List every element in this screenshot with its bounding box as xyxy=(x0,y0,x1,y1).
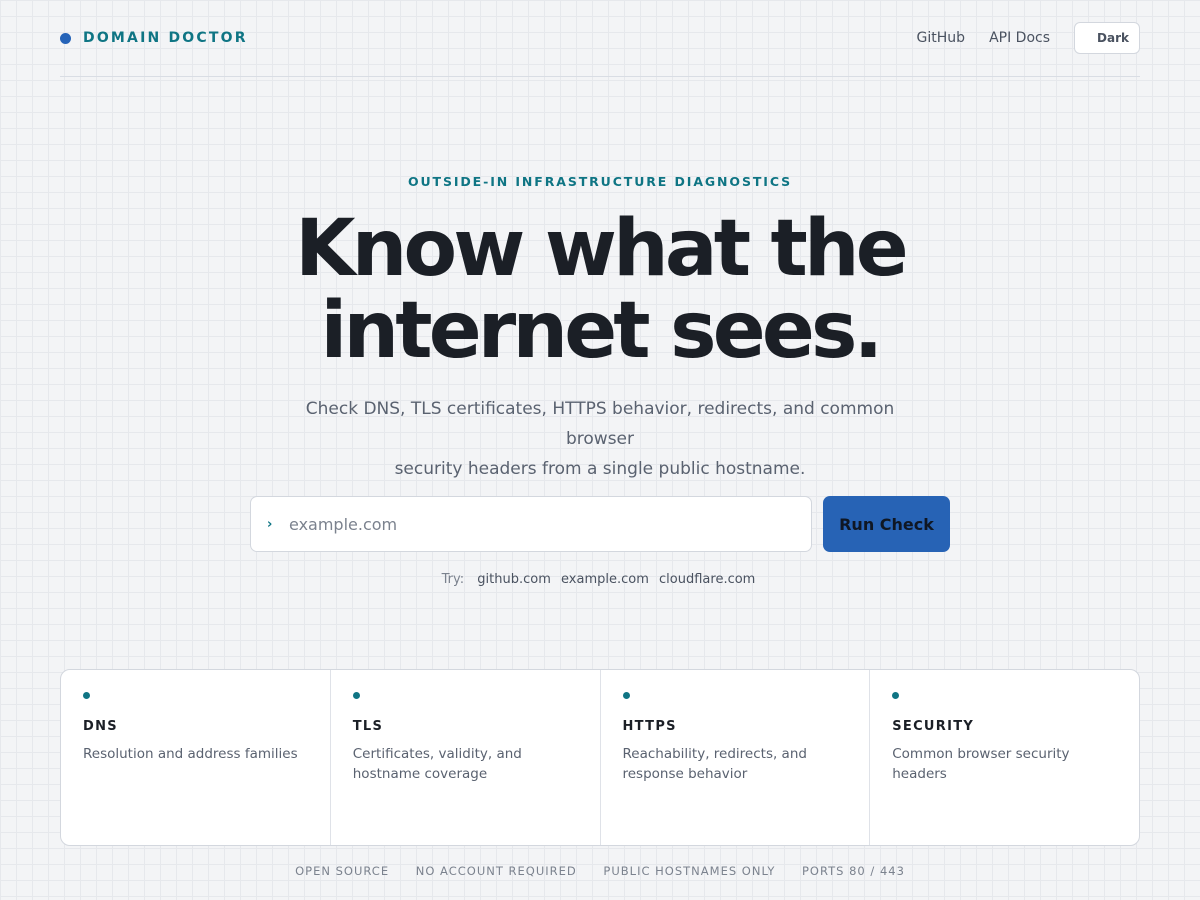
hero-subtitle: Check DNS, TLS certificates, HTTPS behav… xyxy=(270,394,930,484)
check-categories: DNS Resolution and address families TLS … xyxy=(60,669,1140,846)
top-nav: GitHub API Docs Dark xyxy=(917,22,1140,54)
hero-eyebrow: OUTSIDE-IN INFRASTRUCTURE DIAGNOSTICS xyxy=(407,174,793,189)
footer-public-hostnames: PUBLIC HOSTNAMES ONLY xyxy=(603,864,776,878)
run-check-button[interactable]: Run Check xyxy=(823,496,950,552)
site-header: DOMAIN DOCTOR GitHub API Docs Dark xyxy=(60,0,1140,77)
nav-link-api-docs[interactable]: API Docs xyxy=(989,30,1050,46)
card-title: HTTPS xyxy=(622,719,677,734)
footer-open-source: OPEN SOURCE xyxy=(295,864,390,878)
card-security: SECURITY Common browser security headers xyxy=(870,670,1139,845)
example-link-github[interactable]: github.com xyxy=(477,572,551,587)
prompt-chevron-icon: › xyxy=(267,516,273,532)
card-title: SECURITY xyxy=(892,719,975,734)
brand-name: DOMAIN DOCTOR xyxy=(83,30,248,46)
nav-link-github[interactable]: GitHub xyxy=(917,30,966,46)
brand-dot-icon xyxy=(60,32,71,44)
hero-headline: Know what the internet sees. xyxy=(0,208,1200,372)
card-description: Certificates, validity, and hostname cov… xyxy=(352,746,522,782)
card-description: Resolution and address families xyxy=(83,746,298,762)
footer-no-account: NO ACCOUNT REQUIRED xyxy=(415,864,577,878)
brand[interactable]: DOMAIN DOCTOR xyxy=(60,30,248,46)
card-dns: DNS Resolution and address families xyxy=(61,670,331,845)
https-dot-icon xyxy=(622,692,630,699)
hostname-input[interactable] xyxy=(289,497,811,551)
card-title: DNS xyxy=(83,719,118,734)
card-tls: TLS Certificates, validity, and hostname… xyxy=(331,670,601,845)
try-label: Try: xyxy=(441,572,465,587)
example-hostnames: Try: github.com example.com cloudflare.c… xyxy=(0,572,1200,587)
headline-line-2: internet sees. xyxy=(320,286,884,376)
subtitle-line-1: Check DNS, TLS certificates, HTTPS behav… xyxy=(305,399,895,449)
feature-footer: OPEN SOURCE NO ACCOUNT REQUIRED PUBLIC H… xyxy=(0,864,1200,878)
theme-toggle-button[interactable]: Dark xyxy=(1074,22,1140,54)
card-description: Reachability, redirects, and response be… xyxy=(622,746,807,782)
hostname-search-box[interactable]: › xyxy=(250,496,812,552)
card-title: TLS xyxy=(352,719,384,734)
card-description: Common browser security headers xyxy=(892,746,1070,782)
card-https: HTTPS Reachability, redirects, and respo… xyxy=(601,670,871,845)
example-link-example[interactable]: example.com xyxy=(561,572,649,587)
security-dot-icon xyxy=(892,692,900,699)
tls-dot-icon xyxy=(352,692,360,699)
dns-dot-icon xyxy=(83,692,90,699)
footer-ports: PORTS 80 / 443 xyxy=(802,864,905,878)
headline-line-1: Know what the xyxy=(295,204,909,294)
subtitle-line-2: security headers from a single public ho… xyxy=(394,459,806,479)
example-link-cloudflare[interactable]: cloudflare.com xyxy=(659,572,755,587)
